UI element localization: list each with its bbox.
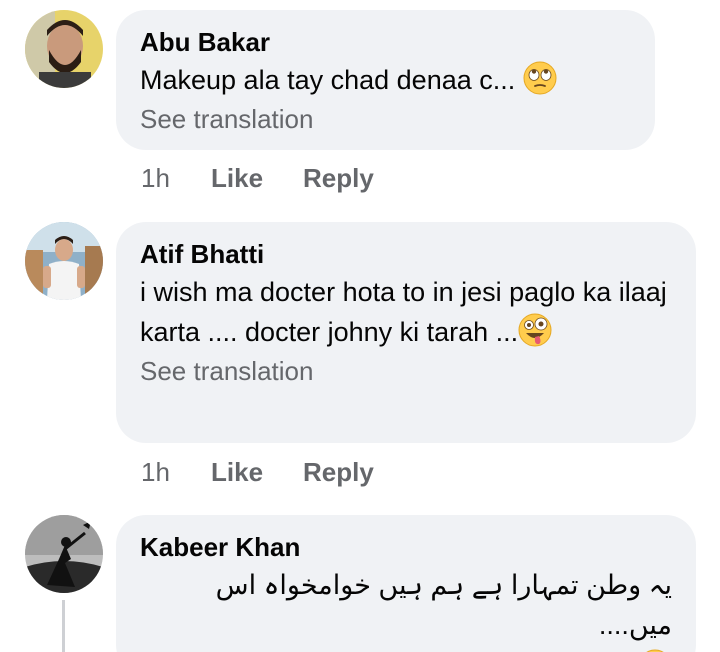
comment-author[interactable]: Abu Bakar	[140, 26, 631, 58]
comment-bubble: Kabeer Khan یہ وطن تمہارا ہے ہم ہیں خوام…	[116, 515, 696, 652]
comment-actions: 1h Like Reply	[141, 457, 374, 488]
comment-text: Makeup ala tay chad denaa c...	[140, 60, 631, 100]
avatar[interactable]	[25, 10, 103, 88]
like-button[interactable]: Like	[211, 457, 303, 488]
comment-timestamp[interactable]: 1h	[141, 163, 211, 194]
comment-author[interactable]: Kabeer Khan	[140, 531, 672, 563]
like-button[interactable]: Like	[211, 163, 303, 194]
comment-text: یہ وطن تمہارا ہے ہم ہیں خوامخواہ اس میں.…	[215, 570, 672, 640]
comment-text-content: Makeup ala tay chad denaa c...	[140, 65, 516, 95]
comment-actions: 1h Like Reply	[141, 163, 374, 194]
comment-text-content: i wish ma docter hota to in jesi paglo k…	[140, 277, 667, 347]
comment-author[interactable]: Atif Bhatti	[140, 238, 672, 270]
avatar[interactable]	[25, 222, 103, 300]
reply-button[interactable]: Reply	[303, 163, 374, 194]
see-translation-link[interactable]: See translation	[140, 102, 631, 136]
comment-bubble: Abu Bakar Makeup ala tay chad denaa c...…	[116, 10, 655, 150]
zany-face-emoji-icon	[518, 313, 552, 347]
reply-button[interactable]: Reply	[303, 457, 374, 488]
comments-feed: Abu Bakar Makeup ala tay chad denaa c...…	[0, 0, 720, 652]
rolling-eyes-emoji-icon	[523, 61, 557, 95]
comment-bubble: Atif Bhatti i wish ma docter hota to in …	[116, 222, 696, 443]
avatar[interactable]	[25, 515, 103, 593]
comment-text: i wish ma docter hota to in jesi paglo k…	[140, 272, 672, 352]
see-translation-link[interactable]: See translation	[140, 354, 672, 388]
thread-line	[62, 600, 65, 652]
comment-timestamp[interactable]: 1h	[141, 457, 211, 488]
